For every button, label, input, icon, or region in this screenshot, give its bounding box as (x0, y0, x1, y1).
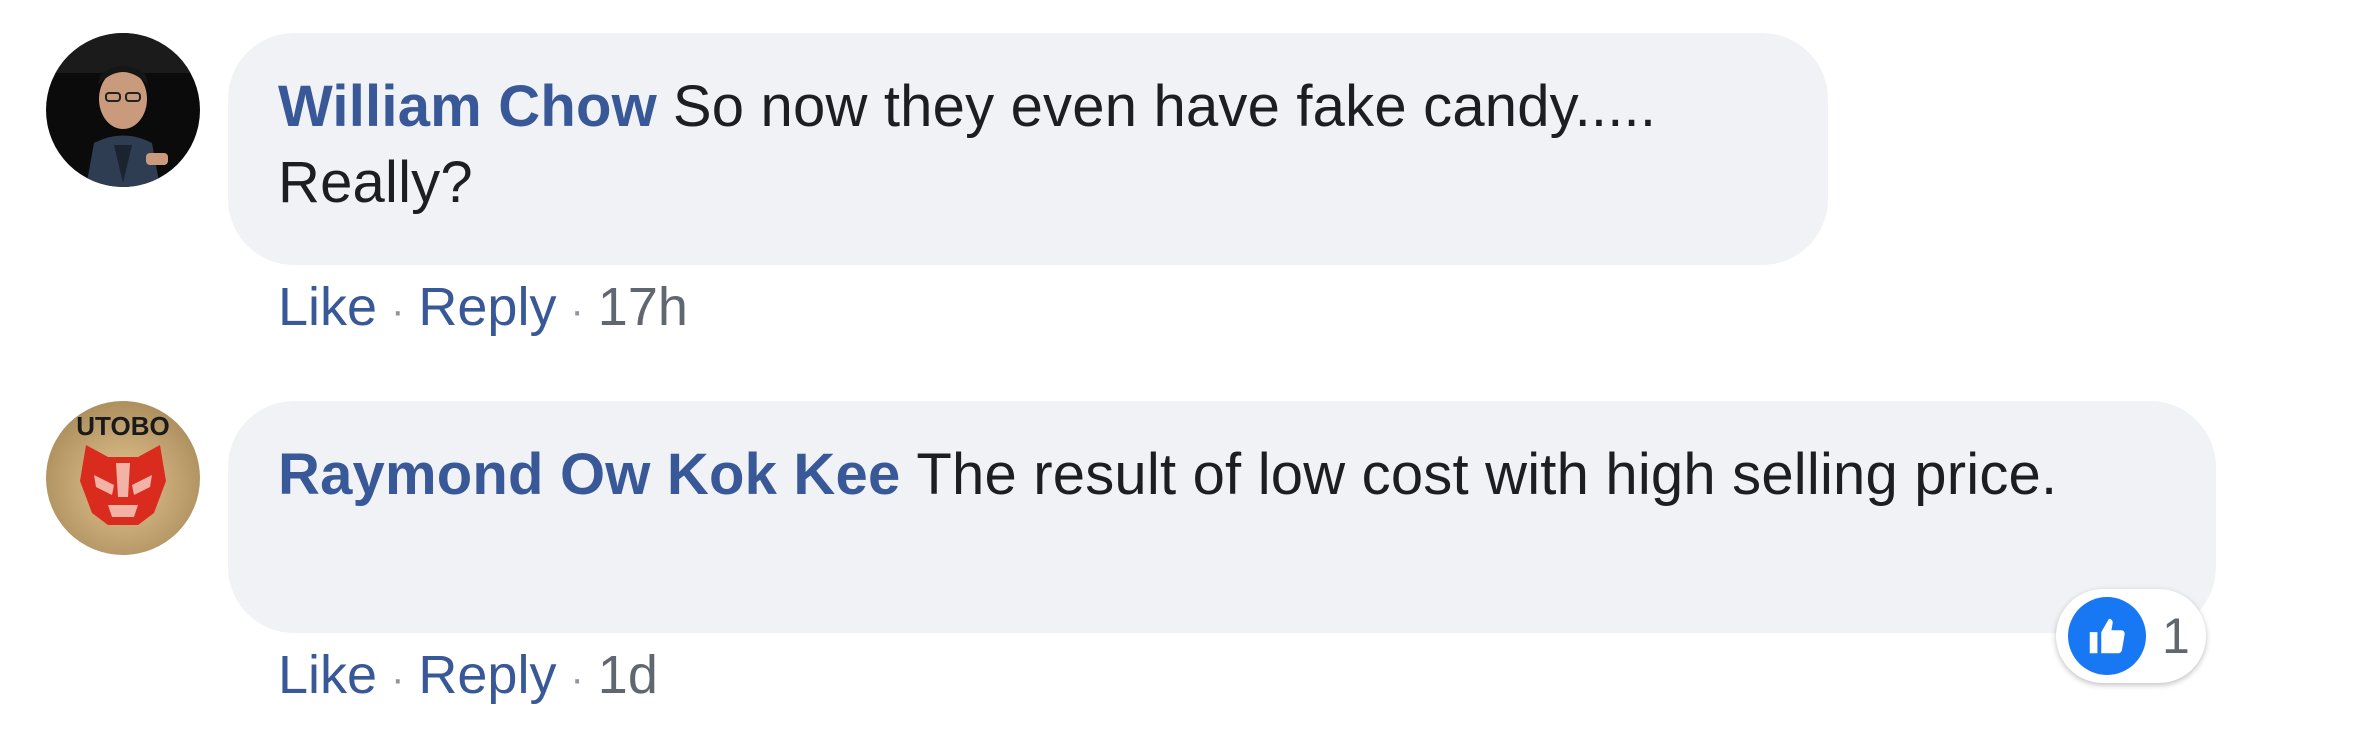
avatar[interactable] (46, 33, 200, 187)
thumbs-up-icon (2068, 597, 2146, 675)
comment-timestamp[interactable]: 1d (598, 645, 658, 705)
separator: · (570, 288, 584, 333)
like-link[interactable]: Like (278, 277, 377, 337)
comment-author[interactable]: Raymond Ow Kok Kee (278, 442, 900, 507)
reaction-summary[interactable]: 1 (2056, 589, 2206, 683)
comment-body: The result of low cost with high selling… (916, 442, 2058, 507)
like-link[interactable]: Like (278, 645, 377, 705)
avatar-lettering: UTOBO (76, 411, 169, 441)
separator: · (391, 656, 405, 701)
separator: · (391, 288, 405, 333)
autobot-logo-avatar: UTOBO (46, 401, 200, 555)
reply-link[interactable]: Reply (418, 645, 556, 705)
comment-text-block: Raymond Ow Kok Kee The result of low cost… (278, 437, 2162, 513)
comment-bubble: William Chow So now they even have fake c… (228, 33, 1828, 265)
comment-actions: Like · Reply · 1d (278, 640, 658, 714)
avatar-photo (46, 33, 200, 187)
avatar[interactable]: UTOBO (46, 401, 200, 555)
comment-text-block: William Chow So now they even have fake c… (278, 69, 1774, 221)
comment-actions: Like · Reply · 17h (278, 272, 688, 346)
separator: · (570, 656, 584, 701)
comment-bubble: Raymond Ow Kok Kee The result of low cost… (228, 401, 2216, 633)
reaction-count: 1 (2162, 608, 2190, 664)
comment-author[interactable]: William Chow (278, 74, 657, 139)
reply-link[interactable]: Reply (418, 277, 556, 337)
comment-timestamp[interactable]: 17h (598, 277, 688, 337)
